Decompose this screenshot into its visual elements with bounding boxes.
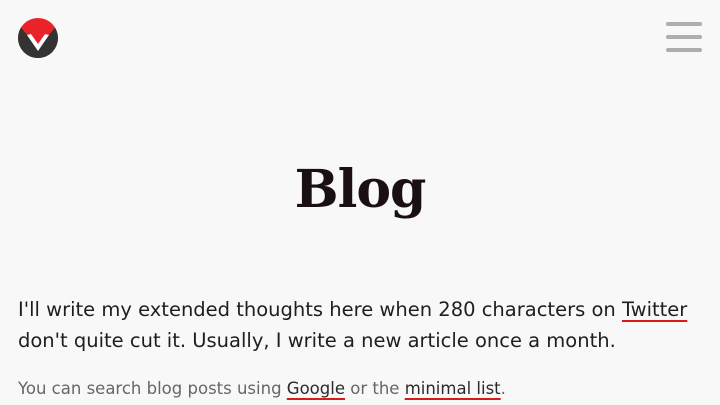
m-logo-icon[interactable]	[18, 18, 58, 58]
search-text-after: .	[500, 379, 506, 398]
page-title: Blog	[294, 159, 427, 220]
menu-bar	[666, 48, 702, 52]
menu-bar	[666, 22, 702, 26]
google-link[interactable]: Google	[287, 379, 345, 398]
hamburger-menu-button[interactable]	[666, 22, 702, 54]
blog-intro-text: I'll write my extended thoughts here whe…	[18, 294, 688, 356]
intro-text-after: don't quite cut it. Usually, I write a n…	[18, 329, 616, 352]
search-text-before: You can search blog posts using	[18, 379, 287, 398]
intro-text-before: I'll write my extended thoughts here whe…	[18, 298, 622, 321]
search-text-middle: or the	[344, 379, 405, 398]
twitter-link[interactable]: Twitter	[622, 298, 687, 321]
minimal-list-link[interactable]: minimal list	[405, 379, 501, 398]
menu-bar	[666, 35, 702, 39]
search-note-text: You can search blog posts using Google o…	[18, 375, 708, 403]
